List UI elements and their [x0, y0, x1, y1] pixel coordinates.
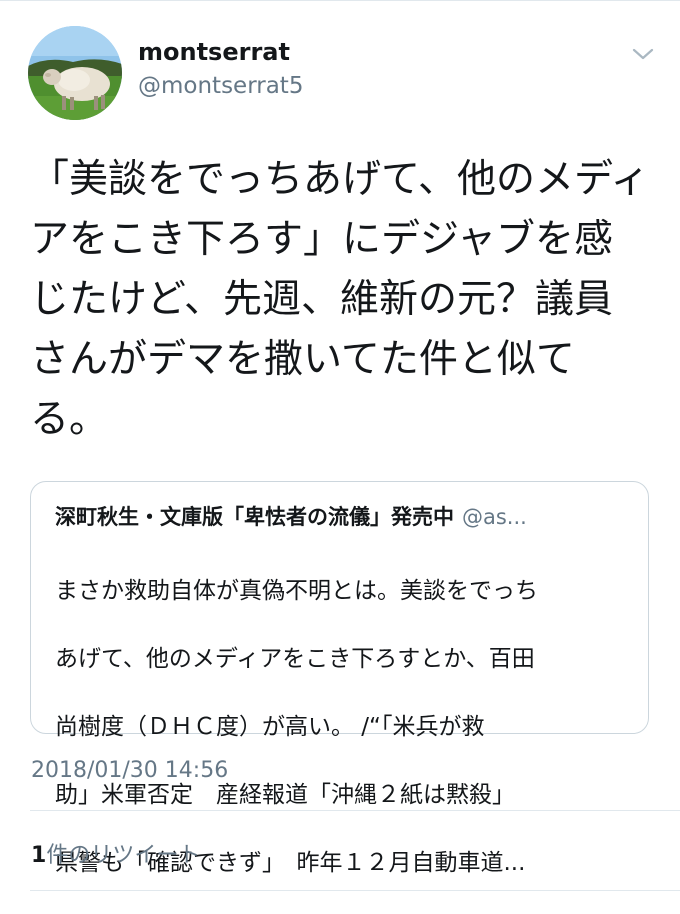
retweet-count-link[interactable]: 1件のリツイート [31, 837, 200, 869]
user-avatar[interactable] [28, 26, 122, 120]
user-handle[interactable]: @montserrat5 [138, 73, 303, 99]
quoted-text-line: 尚樹度（ＤＨＣ度）が高い。 /“「米兵が救 [55, 714, 485, 740]
quoted-text-line: 助」米軍否定 産経報道「沖縄２紙は黙殺」 [55, 782, 515, 808]
retweet-label: 件のリツイート [46, 843, 201, 868]
tweet-timestamp[interactable]: 2018/01/30 14:56 [31, 758, 228, 783]
quoted-author-name: 深町秋生・文庫版「卑怯者の流儀」発売中 [55, 505, 454, 529]
quoted-tweet-card[interactable]: 深町秋生・文庫版「卑怯者の流儀」発売中 @as... まさか救助自体が真偽不明とは… [30, 481, 649, 876]
top-border [0, 0, 680, 1]
divider [30, 810, 680, 811]
quoted-text-line: あげて、他のメディアをこき下ろすとか、百田 [55, 646, 535, 672]
quoted-text-line: まさか救助自体が真偽不明とは。美談をでっち [55, 578, 538, 604]
divider [30, 890, 680, 891]
sheep-avatar-icon [28, 26, 122, 120]
retweet-count: 1 [31, 843, 47, 868]
tweet-menu-button[interactable] [628, 40, 658, 68]
tweet-text: 「美談をでっちあげて、他のメディアをこき下ろす」にデジャブを感じたけど、先週、維… [30, 157, 650, 442]
user-display-name[interactable]: montserrat [138, 38, 290, 66]
quoted-tweet-header: 深町秋生・文庫版「卑怯者の流儀」発売中 @as... [55, 502, 627, 532]
quoted-author-handle: @as... [462, 505, 527, 529]
chevron-down-icon [632, 48, 654, 60]
